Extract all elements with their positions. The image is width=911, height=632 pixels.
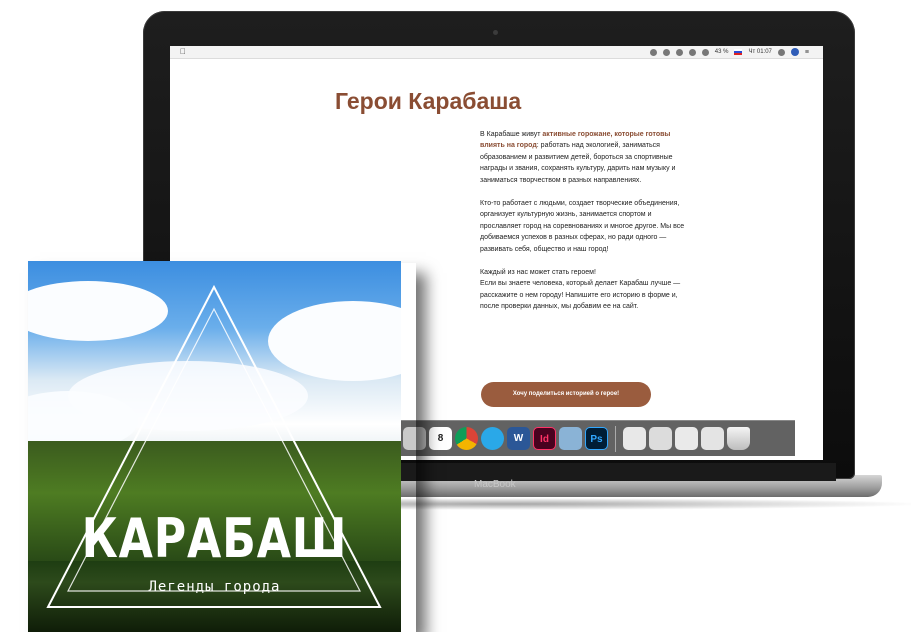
- photoshop-icon[interactable]: Ps: [585, 427, 608, 450]
- intro-text: В Карабаше живут активные горожане, кото…: [480, 129, 690, 325]
- indesign-icon[interactable]: Id: [533, 427, 556, 450]
- poster-title: КАРАБАШ: [81, 507, 348, 570]
- window-icon[interactable]: [675, 427, 698, 450]
- camera: [493, 30, 498, 35]
- dock: 8 W Id Ps: [395, 420, 795, 456]
- p3-rest: Если вы знаете человека, который делает …: [480, 280, 681, 311]
- bluetooth-icon[interactable]: [662, 48, 670, 56]
- battery-percent[interactable]: 43 %: [715, 49, 729, 55]
- apple-icon[interactable]: : [180, 47, 186, 56]
- window-icon[interactable]: [623, 427, 646, 450]
- trash-icon[interactable]: [727, 427, 750, 450]
- menubar:  43 % Чт 01:07 ≡: [170, 46, 823, 59]
- preview-icon[interactable]: [559, 427, 582, 450]
- poster: КАРАБАШ Легенды города: [28, 261, 401, 632]
- menubar-clock[interactable]: Чт 01:07: [748, 49, 771, 55]
- share-story-button[interactable]: Хочу поделиться историей о герое!: [481, 382, 651, 407]
- calendar-icon[interactable]: 8: [429, 427, 452, 450]
- volume-icon[interactable]: [701, 48, 709, 56]
- wifi-icon[interactable]: [675, 48, 683, 56]
- browser-icon[interactable]: [481, 427, 504, 450]
- menubar-status: 43 % Чт 01:07 ≡: [649, 48, 809, 56]
- page-title: Герои Карабаша: [335, 88, 522, 114]
- window-icon[interactable]: [701, 427, 724, 450]
- window-icon[interactable]: [649, 427, 672, 450]
- dock-separator: [615, 425, 616, 452]
- clock-icon[interactable]: [649, 48, 657, 56]
- chrome-icon[interactable]: [455, 427, 478, 450]
- p1-prefix: В Карабаше живут: [480, 131, 543, 138]
- airplay-icon[interactable]: [688, 48, 696, 56]
- siri-icon[interactable]: [790, 48, 799, 56]
- paragraph-3: Каждый из нас может стать героем! Если вы…: [480, 267, 690, 313]
- poster-subtitle: Легенды города: [148, 579, 281, 595]
- paragraph-2: Кто-то работает с людьми, создает творче…: [480, 200, 685, 253]
- input-source-flag-icon[interactable]: [734, 49, 743, 55]
- word-icon[interactable]: W: [507, 427, 530, 450]
- p3-line1: Каждый из нас может стать героем!: [480, 269, 596, 277]
- laptop-brand: MacBook: [474, 479, 516, 490]
- paragraph-1: В Карабаше живут активные горожане, кото…: [480, 129, 690, 186]
- notification-center-icon[interactable]: ≡: [805, 49, 809, 56]
- triangle-logo: [46, 284, 382, 608]
- spotlight-icon[interactable]: [777, 48, 785, 56]
